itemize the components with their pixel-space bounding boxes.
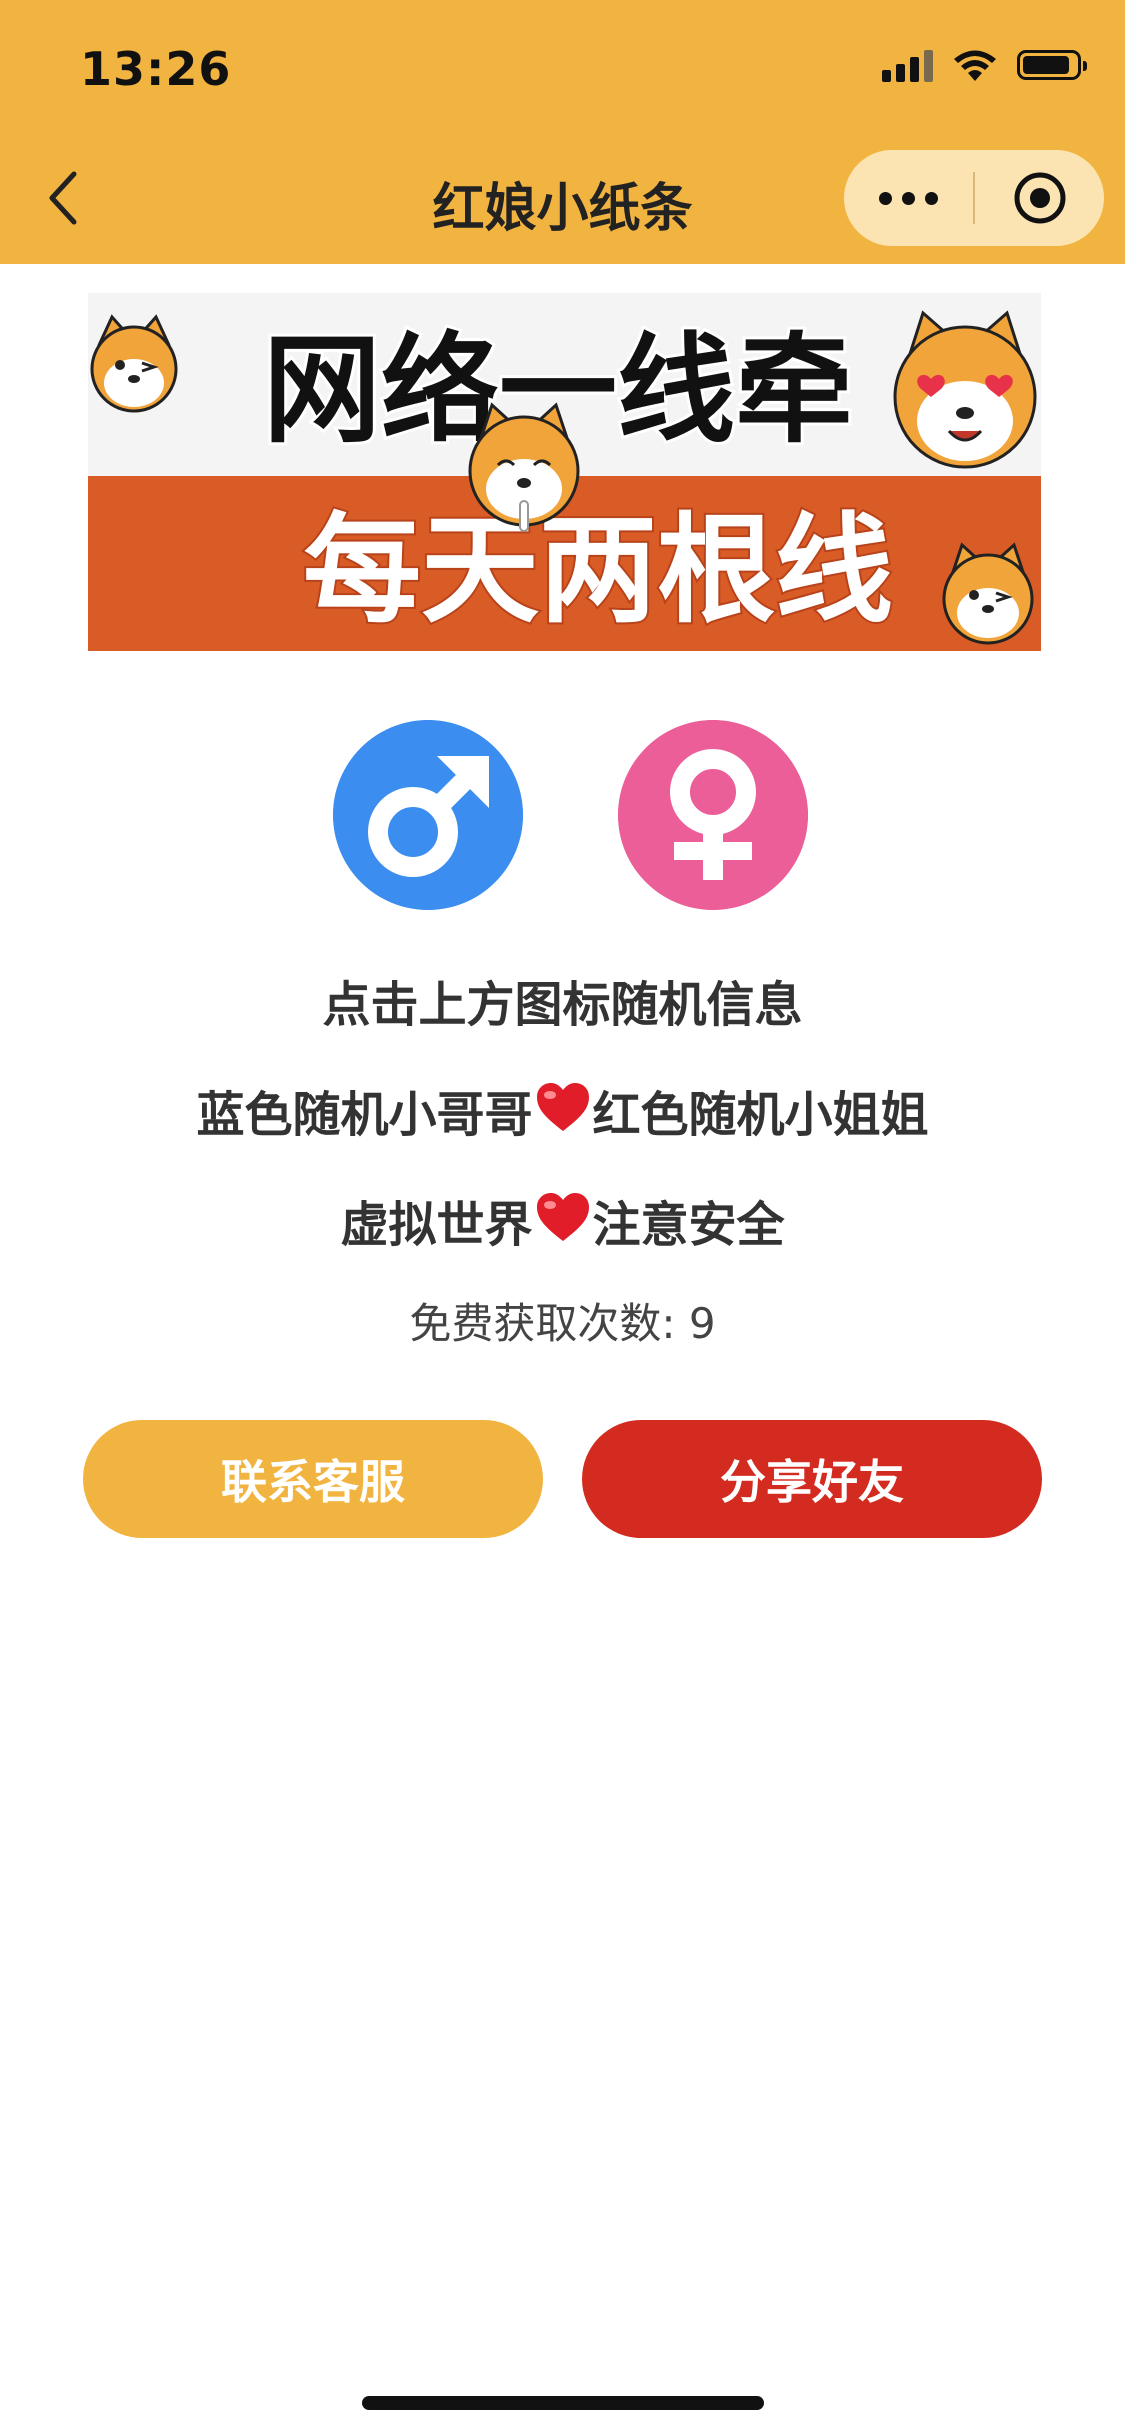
info-gender-hint: 蓝色随机小哥哥 红色随机小姐姐 (0, 1075, 1125, 1145)
female-symbol-icon[interactable] (618, 720, 808, 910)
signal-icon (882, 48, 933, 82)
heart-icon (536, 1193, 589, 1241)
target-circle-icon[interactable] (975, 150, 1104, 246)
navbar-header: 13:26 红娘小纸条 (0, 0, 1125, 264)
home-indicator[interactable] (362, 2396, 764, 2410)
contact-service-button[interactable]: 联系客服 (83, 1420, 543, 1538)
status-icons (882, 48, 1087, 82)
info-hint: 点击上方图标随机信息 (322, 977, 803, 1033)
info-gender-right: 红色随机小姐姐 (592, 1087, 929, 1143)
wifi-icon (954, 50, 996, 81)
more-dots-icon[interactable] (844, 150, 973, 246)
info-safety-right: 注意安全 (592, 1197, 785, 1253)
info-gender-left: 蓝色随机小哥哥 (196, 1087, 533, 1143)
male-symbol-icon[interactable] (333, 720, 523, 910)
banner-image: 网络一线牵 每天两根线 (88, 293, 1041, 651)
miniprogram-capsule (844, 150, 1104, 246)
share-friends-button[interactable]: 分享好友 (582, 1420, 1042, 1538)
status-time: 13:26 (80, 42, 232, 96)
dog-face-icon (893, 310, 1037, 469)
dog-face-icon (942, 542, 1034, 645)
battery-icon (1017, 50, 1087, 80)
banner-line2: 每天两根线 (303, 501, 893, 639)
info-safety-left: 虚拟世界 (340, 1197, 533, 1253)
dog-face-icon (90, 314, 178, 413)
free-count-text: 免费获取次数: 9 (409, 1299, 716, 1348)
info-safety-hint: 虚拟世界 注意安全 (0, 1185, 1125, 1255)
heart-icon (536, 1083, 589, 1131)
